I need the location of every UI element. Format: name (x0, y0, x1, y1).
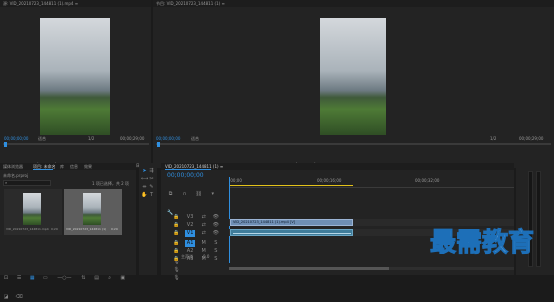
program-fit-select[interactable]: 适合 (191, 136, 199, 141)
new-bin-icon[interactable]: ▣ (119, 275, 127, 282)
track-solo-icon[interactable]: S (212, 256, 219, 263)
program-page-label: 1/2 (490, 136, 497, 141)
source-playhead[interactable] (4, 142, 7, 147)
project-item-duration: 0;29 (51, 227, 58, 231)
track-mic-icon[interactable]: 🎙 (173, 275, 180, 282)
selection-tool-icon[interactable]: ➤ (141, 168, 148, 175)
tools-panel: ➤ ⇶ ⟷ ✂ ⇹ ✎ ✋ T (139, 163, 157, 275)
track-lock-icon[interactable]: 🔒 (173, 256, 180, 263)
source-video-image (40, 18, 110, 135)
source-scrub-bar[interactable] (3, 143, 149, 145)
track-row-v2: 🔒 V2 ⇄ 👁 (173, 211, 229, 228)
track-row-a3: 🔒 A3 M S 🎙 (173, 245, 229, 281)
program-transport: ▏ ▕ ⇤ ◂ ▶ ▸ ⇥ ⏏ ⏷ ◙ ⚙ (293, 152, 413, 188)
project-panel: 媒体浏览器 项目: 未命名 库 信息 效果 未命名.prproj ⌕ 1 项已选… (0, 163, 136, 300)
project-tab-underline (33, 169, 53, 170)
project-item-duration: 0;29 (111, 227, 118, 231)
source-monitor-panel: 源: VID_20210723_144811 (1).mp4 ≡ 00;00;0… (0, 0, 151, 188)
audio-waveform (233, 233, 351, 234)
freeform-view-icon[interactable]: ▭ (41, 275, 49, 282)
track-row-v1: 🔒 V1 ⇄ 👁 (173, 219, 229, 237)
program-monitor-panel: 节目: VID_20210723_144811 (1) ≡ 00;00;00;0… (153, 0, 554, 188)
project-tab-library[interactable]: 库 (60, 164, 64, 169)
program-scrub-bar[interactable] (156, 143, 551, 145)
project-tab-effects[interactable]: 效果 (84, 164, 92, 169)
master-track-value[interactable]: 0.0 (203, 254, 209, 259)
project-search-input[interactable] (3, 180, 51, 186)
new-item-icon[interactable]: ◪ (2, 294, 10, 301)
track-row-a1: 🔒 A1 M S 🎙 (173, 229, 229, 265)
project-item-thumb-image (23, 193, 41, 225)
program-monitor-tab[interactable]: 节目: VID_20210723_144811 (1) ≡ (156, 1, 225, 6)
lock-icon[interactable]: ⊡ (2, 275, 10, 282)
sort-icon[interactable]: ⇅ (79, 275, 87, 282)
timeline-controls: ⧉ ∩ ⛓ ▾ 🔧 (166, 180, 226, 216)
delete-icon[interactable]: ⌫ (15, 294, 23, 301)
source-transport: ▏ ▕ ⇤ ◂ ▶ ▸ ⇥ ⊞ ⊟ ◙ (35, 152, 145, 188)
source-monitor-tab[interactable]: 源: VID_20210723_144811 (1).mp4 ≡ (3, 1, 78, 6)
project-footer: ⊡ ☰ ▦ ▭ —○— ⇅ ▤ ⌕ ▣ ◪ ⌫ (2, 264, 134, 300)
timeline-scrollbar[interactable] (229, 267, 514, 270)
program-timecode-left[interactable]: 00;00;00;00 (156, 136, 180, 141)
program-video-frame (153, 7, 554, 135)
program-timecode-right: 00;00;29;00 (519, 136, 544, 141)
slip-tool-icon[interactable]: ⇹ (141, 184, 148, 191)
pen-tool-icon[interactable]: ✎ (148, 184, 155, 191)
automate-icon[interactable]: ▤ (93, 275, 101, 282)
find-icon[interactable]: ⌕ (106, 275, 114, 282)
timeline-timecode[interactable]: 00;00;00;00 (167, 172, 204, 179)
icon-view-icon[interactable]: ▦ (28, 275, 36, 282)
audio-clip[interactable] (230, 229, 353, 236)
track-select-tool-icon[interactable]: ⇶ (148, 168, 155, 175)
video-clip[interactable]: VID_20210723_144811 (1).mp4 [V] (230, 219, 353, 226)
project-path: 未命名.prproj (3, 173, 29, 178)
source-timecode-left[interactable]: 00;00;00;00 (4, 136, 28, 141)
program-playhead[interactable] (157, 142, 160, 147)
zoom-slider-icon[interactable]: —○— (54, 275, 74, 282)
project-item-name: VID_20210723_144811 (1) (66, 227, 107, 231)
watermark-text: 最需教育 (429, 228, 535, 259)
linked-selection-icon[interactable]: ⛓ (194, 191, 203, 198)
program-video-image (320, 18, 386, 135)
video-clip-label: VID_20210723_144811 (1).mp4 [V] (233, 220, 296, 224)
source-page-label: 1/2 (88, 136, 95, 141)
track-row-v3: 🔒 V3 ⇄ 👁 (173, 203, 229, 220)
project-item-count: 1 项已选择，共 2 项 (92, 181, 129, 186)
project-item-thumb[interactable]: VID_20210723_144811.mp4 0;29 (4, 189, 62, 235)
project-item-thumb-selected[interactable]: VID_20210723_144811 (1) 0;29 (64, 189, 122, 235)
add-marker-icon[interactable]: ▾ (208, 191, 217, 198)
timeline-scroll-thumb[interactable] (229, 267, 389, 270)
source-video-frame (0, 7, 151, 135)
source-fit-select[interactable]: 适合 (38, 136, 46, 141)
project-item-thumb-image (83, 193, 101, 225)
type-tool-icon[interactable]: T (148, 192, 155, 199)
work-area-bar[interactable] (230, 185, 353, 186)
master-track-label: 主声道 (181, 254, 193, 259)
project-search-icon: ⌕ (5, 180, 8, 185)
source-timecode-right: 00;00;29;00 (120, 136, 145, 141)
audio-meter-right (536, 171, 541, 267)
list-view-icon[interactable]: ☰ (15, 275, 23, 282)
project-item-name: VID_20210723_144811.mp4 (6, 227, 49, 231)
ripple-edit-tool-icon[interactable]: ⟷ (141, 176, 148, 183)
track-row-a2: 🔒 A2 M S 🎙 (173, 237, 229, 273)
project-tab-media-browser[interactable]: 媒体浏览器 (3, 164, 23, 169)
timeline-tab-underline (165, 169, 211, 170)
razor-tool-icon[interactable]: ✂ (148, 176, 155, 183)
nest-icon[interactable]: ⧉ (166, 191, 175, 198)
project-tab-info[interactable]: 信息 (70, 164, 78, 169)
snap-icon[interactable]: ∩ (180, 191, 189, 198)
hand-tool-icon[interactable]: ✋ (141, 192, 148, 199)
